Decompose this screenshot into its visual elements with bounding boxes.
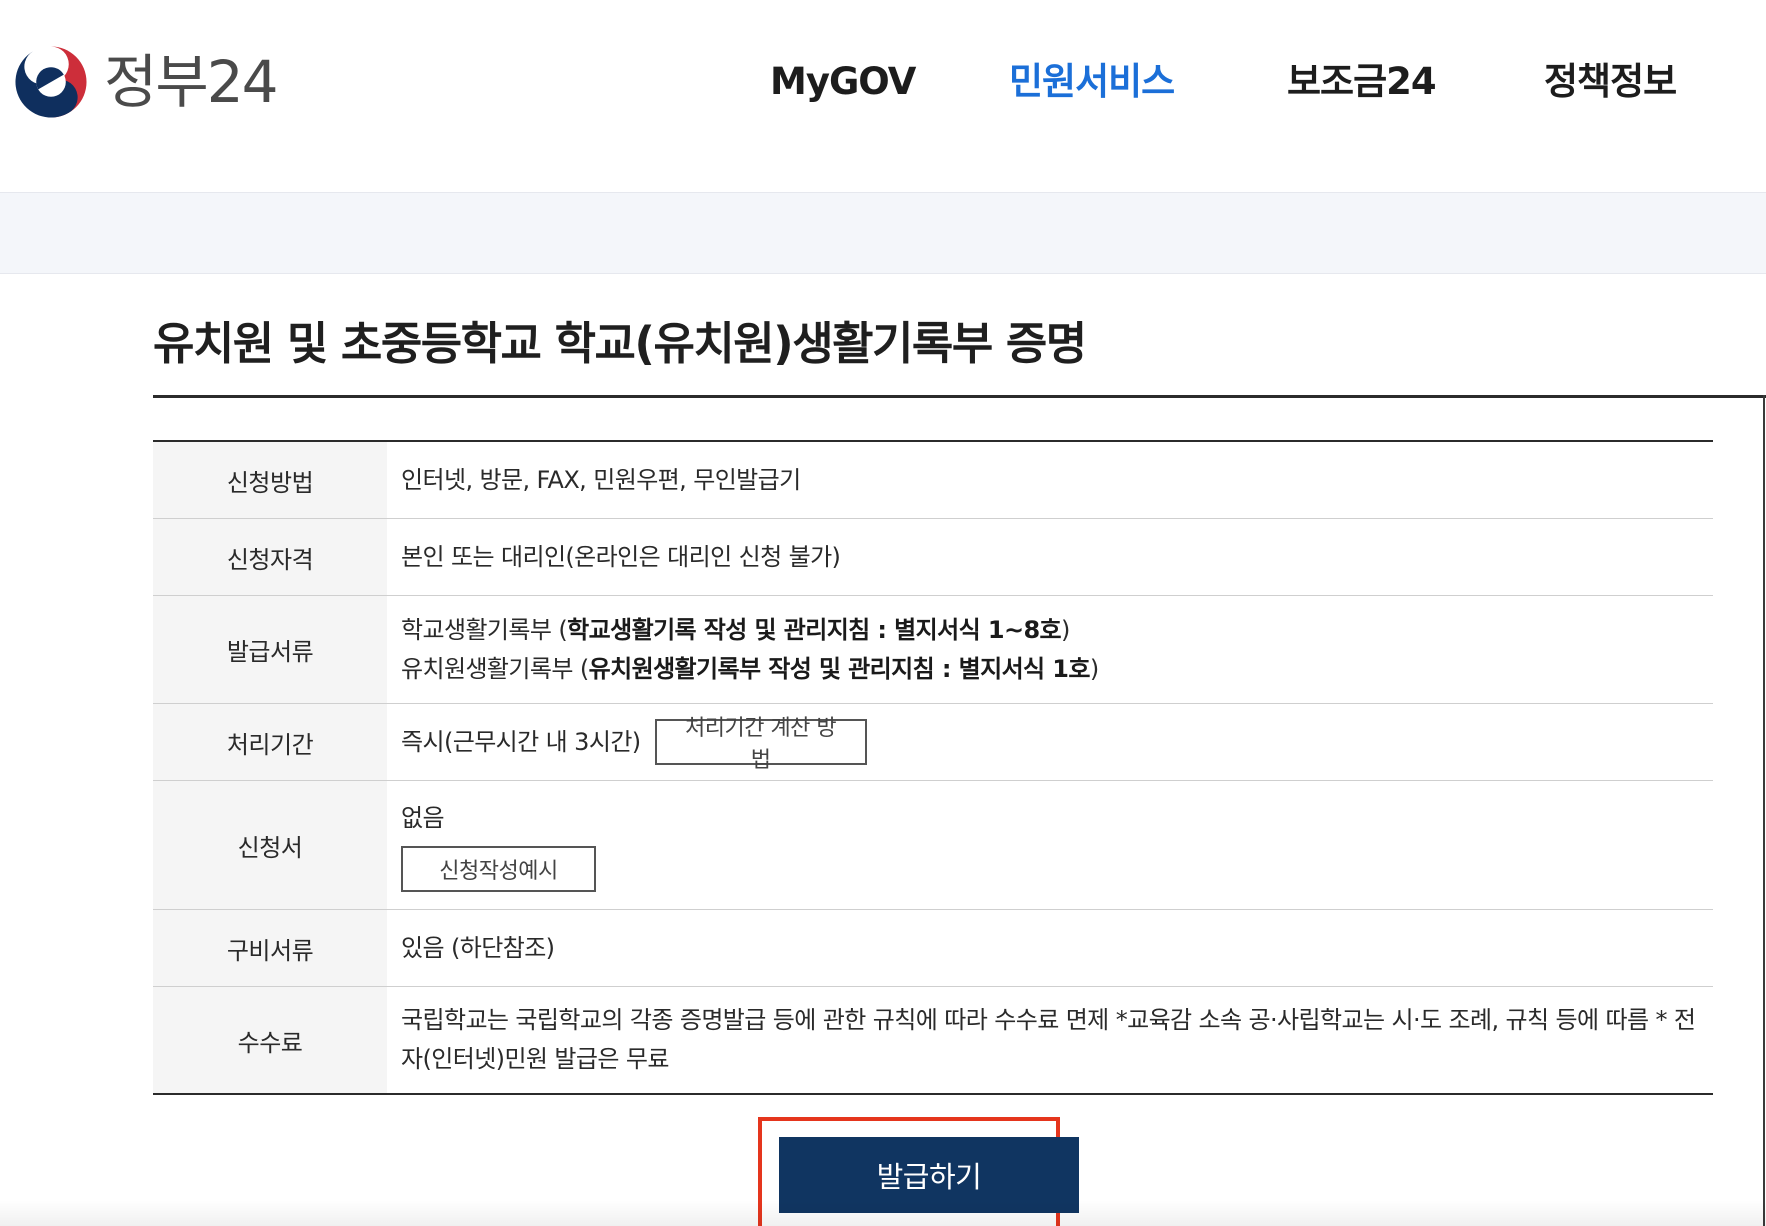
row-label: 처리기간	[153, 704, 387, 780]
qualification-value: 본인 또는 대리인(온라인은 대리인 신청 불가)	[401, 542, 841, 571]
row-processing: 처리기간 즉시(근무시간 내 3시간) 처리기간 계산 방법	[153, 704, 1713, 781]
row-value: 없음 신청작성예시	[387, 781, 1713, 909]
row-value: 있음 (하단참조)	[387, 910, 1713, 986]
card-edge	[1763, 395, 1765, 1226]
nav-item-civil-service[interactable]: 민원서비스	[1009, 55, 1175, 109]
nav-item-subsidy24[interactable]: 보조금24	[1287, 55, 1437, 109]
nav-item-policy-info[interactable]: 정책정보	[1544, 55, 1677, 109]
documents-line-2: 유치원생활기록부 (유치원생활기록부 작성 및 관리지침 : 별지서식 1호)	[401, 654, 1099, 683]
site-logo[interactable]: 정부24	[14, 45, 279, 119]
row-qualification: 신청자격 본인 또는 대리인(온라인은 대리인 신청 불가)	[153, 519, 1713, 596]
row-label: 신청자격	[153, 519, 387, 595]
processing-calc-button[interactable]: 처리기간 계산 방법	[654, 716, 867, 773]
row-value: 본인 또는 대리인(온라인은 대리인 신청 불가)	[387, 519, 1713, 595]
row-label: 발급서류	[153, 596, 387, 703]
logo-text: 정부24	[104, 48, 279, 116]
nav-item-mygov[interactable]: MyGOV	[770, 55, 916, 109]
info-table: 신청방법 인터넷, 방문, FAX, 민원우편, 무인발급기 신청자격 본인 또…	[153, 440, 1713, 1095]
taegeuk-logo-icon	[14, 45, 88, 119]
row-fee: 수수료 국립학교는 국립학교의 각종 증명발급 등에 관한 규칙에 따라 수수료…	[153, 987, 1713, 1093]
breadcrumb-band	[0, 192, 1766, 274]
method-value: 인터넷, 방문, FAX, 민원우편, 무인발급기	[401, 465, 801, 494]
title-divider	[153, 395, 1766, 398]
row-application: 신청서 없음 신청작성예시	[153, 781, 1713, 910]
row-value: 학교생활기록부 (학교생활기록 작성 및 관리지침 : 별지서식 1~8호) 유…	[387, 596, 1713, 703]
documents-line-1: 학교생활기록부 (학교생활기록 작성 및 관리지침 : 별지서식 1~8호)	[401, 615, 1070, 644]
row-documents: 발급서류 학교생활기록부 (학교생활기록 작성 및 관리지침 : 별지서식 1~…	[153, 596, 1713, 704]
application-example-button[interactable]: 신청작성예시	[401, 845, 596, 892]
row-value: 국립학교는 국립학교의 각종 증명발급 등에 관한 규칙에 따라 수수료 면제 …	[387, 987, 1713, 1093]
row-label: 신청서	[153, 781, 387, 909]
row-required-docs: 구비서류 있음 (하단참조)	[153, 910, 1713, 987]
fee-value: 국립학교는 국립학교의 각종 증명발급 등에 관한 규칙에 따라 수수료 면제 …	[401, 1006, 1696, 1073]
row-label: 구비서류	[153, 910, 387, 986]
row-label: 신청방법	[153, 442, 387, 518]
processing-value: 즉시(근무시간 내 3시간)	[401, 727, 641, 756]
row-label: 수수료	[153, 987, 387, 1093]
site-header: 정부24 MyGOV 민원서비스 보조금24 정책정보	[0, 0, 1766, 192]
issue-button[interactable]: 발급하기	[779, 1137, 1079, 1213]
application-value: 없음	[401, 803, 445, 832]
row-method: 신청방법 인터넷, 방문, FAX, 민원우편, 무인발급기	[153, 442, 1713, 519]
page-title: 유치원 및 초중등학교 학교(유치원)생활기록부 증명	[153, 317, 1087, 370]
row-value: 인터넷, 방문, FAX, 민원우편, 무인발급기	[387, 442, 1713, 518]
required-docs-value: 있음 (하단참조)	[401, 933, 555, 962]
row-value: 즉시(근무시간 내 3시간) 처리기간 계산 방법	[387, 704, 1713, 780]
